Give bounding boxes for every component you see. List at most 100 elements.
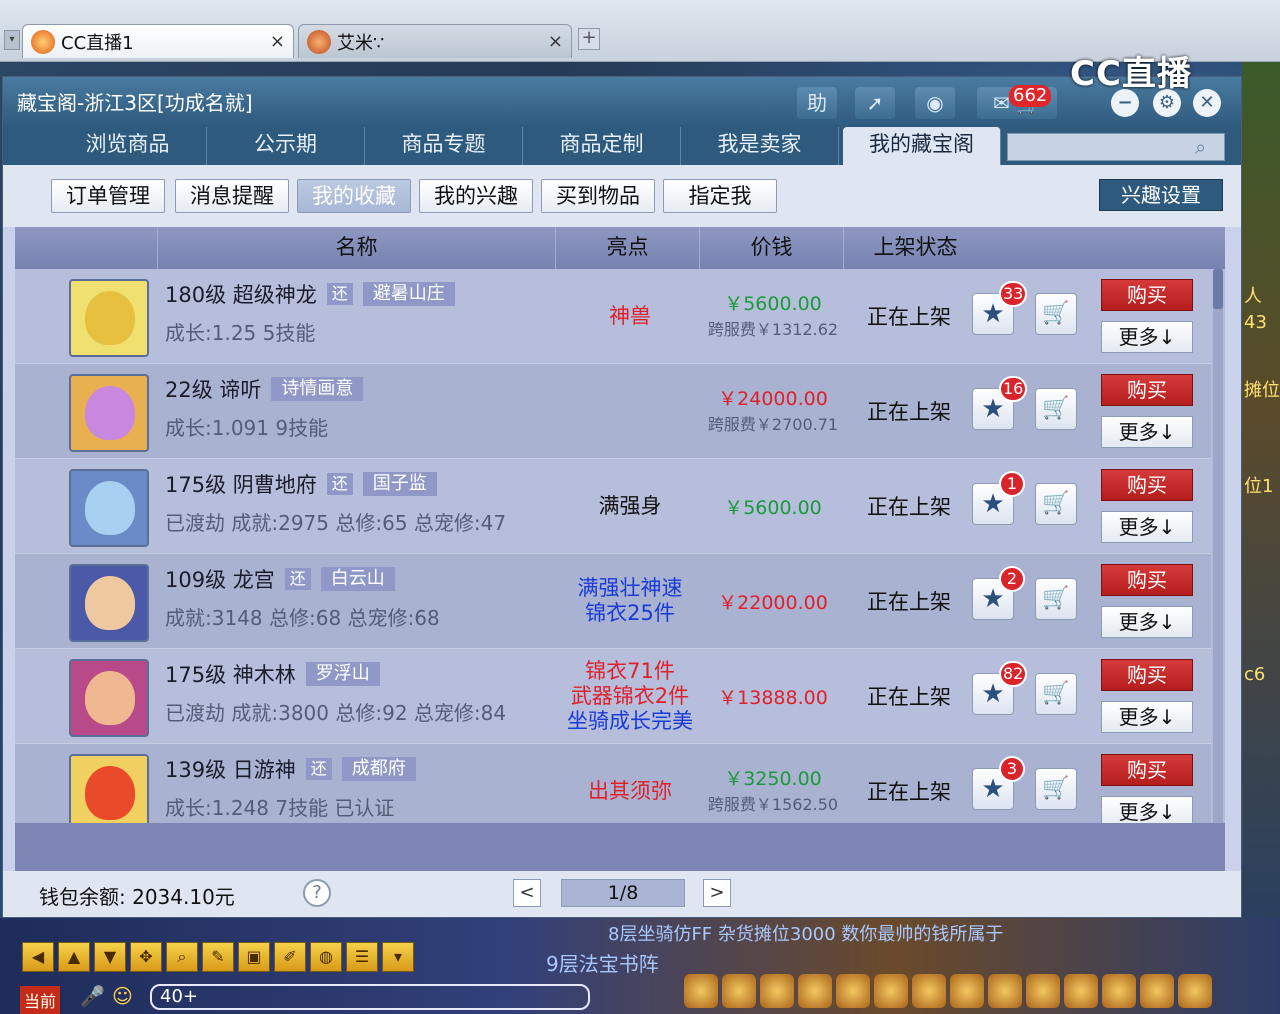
cart-icon[interactable]: 🛒 [1035, 483, 1077, 525]
search-icon[interactable]: ⌕ [1195, 135, 1206, 159]
tab-browse[interactable]: 浏览商品 [49, 127, 207, 165]
browser-tab-cc[interactable]: CC直播1 × [22, 24, 294, 58]
level-name: 175级 阴曹地府 [165, 473, 317, 497]
item-title[interactable]: 180级 超级神龙还避暑山庄 [165, 279, 455, 309]
hud-function-icons [684, 974, 1212, 1008]
tab-custom[interactable]: 商品定制 [523, 127, 681, 165]
price-cell: ￥5600.00 跨服费￥1312.62 [699, 289, 847, 340]
buy-button[interactable]: 购买 [1101, 564, 1193, 596]
more-button[interactable]: 更多↓ [1101, 321, 1193, 353]
my-favorites-button[interactable]: 我的收藏 [297, 179, 411, 213]
table-row[interactable]: 175级 神木林 罗浮山 已渡劫 成就:3800 总修:92 总宠修:84 锦衣71件… [15, 649, 1211, 744]
buy-button[interactable]: 购买 [1101, 374, 1193, 406]
pet-icon[interactable] [836, 974, 870, 1008]
help-icon[interactable]: ? [303, 879, 331, 907]
cart-icon[interactable]: 🛒 [1035, 673, 1077, 715]
left-arrow-icon[interactable]: ◀ [22, 942, 54, 972]
avatar[interactable] [69, 279, 149, 357]
tab-topics[interactable]: 商品专题 [365, 127, 523, 165]
tab-my-pavilion[interactable]: 我的藏宝阁 [843, 127, 1001, 165]
item-title[interactable]: 109级 龙宫还白云山 [165, 564, 395, 594]
list-icon[interactable]: ☰ [346, 942, 378, 972]
cart-icon[interactable]: 🛒 [1035, 578, 1077, 620]
gift-icon[interactable] [950, 974, 984, 1008]
cart-icon[interactable]: 🛒 [1035, 388, 1077, 430]
menu-icon[interactable] [1140, 974, 1174, 1008]
task-icon[interactable] [874, 974, 908, 1008]
dropdown-icon[interactable]: ▾ [382, 942, 414, 972]
table-row[interactable]: 22级 谛听 诗情画意 成长:1.091 9技能 ￥24000.00 跨服费￥2700.… [15, 364, 1211, 459]
record-icon[interactable]: ◉ [915, 87, 955, 119]
help-button[interactable]: 助 [797, 87, 837, 119]
down-arrow-icon[interactable]: ▼ [94, 942, 126, 972]
shop-icon[interactable] [988, 974, 1022, 1008]
guild-icon[interactable] [1064, 974, 1098, 1008]
scrollbar-thumb[interactable] [1213, 269, 1223, 309]
item-title[interactable]: 139级 日游神还成都府 [165, 754, 416, 784]
buy-button[interactable]: 购买 [1101, 754, 1193, 786]
table-row[interactable]: 180级 超级神龙还避暑山庄 成长:1.25 5技能 神兽 ￥5600.00 跨服费￥1… [15, 269, 1211, 364]
chat-channel-button[interactable]: 当前 [20, 986, 61, 1014]
tab-public[interactable]: 公示期 [207, 127, 365, 165]
emoji-icon[interactable]: ☺ [112, 984, 133, 1008]
note-icon[interactable]: ✎ [202, 942, 234, 972]
chat-input[interactable]: 40+ [150, 984, 590, 1010]
friend-icon[interactable] [912, 974, 946, 1008]
buy-button[interactable]: 购买 [1101, 469, 1193, 501]
designated-me-button[interactable]: 指定我 [663, 179, 777, 213]
microphone-icon[interactable]: 🎤 [80, 984, 105, 1008]
item-title[interactable]: 175级 神木林 罗浮山 [165, 659, 380, 689]
scrollbar[interactable] [1213, 269, 1223, 823]
cart-icon[interactable]: 🛒 [1035, 768, 1077, 810]
tab-seller[interactable]: 我是卖家 [681, 127, 839, 165]
search-input[interactable] [1007, 133, 1225, 161]
message-reminder-button[interactable]: 消息提醒 [175, 179, 289, 213]
new-tab-button[interactable]: + [578, 28, 600, 50]
avatar[interactable] [69, 754, 149, 823]
browser-tab-aimi[interactable]: 艾米∵ × [298, 24, 572, 58]
lock-icon[interactable]: ▣ [238, 942, 270, 972]
table-row[interactable]: 139级 日游神还成都府 成长:1.248 7技能 已认证 出其须弥 ￥3250.00… [15, 744, 1211, 823]
item-title[interactable]: 175级 阴曹地府还国子监 [165, 469, 437, 499]
interest-settings-button[interactable]: 兴趣设置 [1099, 179, 1223, 211]
character-portrait [85, 671, 135, 725]
close-icon[interactable]: × [270, 31, 285, 52]
more-button[interactable]: 更多↓ [1101, 796, 1193, 823]
system-icon[interactable] [1026, 974, 1060, 1008]
more-button[interactable]: 更多↓ [1101, 511, 1193, 543]
settings-icon[interactable] [1178, 974, 1212, 1008]
share-icon[interactable]: ➚ [855, 87, 895, 119]
move-icon[interactable]: ✥ [130, 942, 162, 972]
close-icon[interactable]: × [548, 31, 563, 52]
team-icon[interactable] [798, 974, 832, 1008]
search-icon[interactable]: ⌕ [166, 942, 198, 972]
more-button[interactable]: 更多↓ [1101, 416, 1193, 448]
weapon-icon[interactable] [684, 974, 718, 1008]
table-row[interactable]: 175级 阴曹地府还国子监 已渡劫 成就:2975 总修:65 总宠修:47 满强身… [15, 459, 1211, 554]
map-icon[interactable] [1102, 974, 1136, 1008]
cart-icon[interactable]: 🛒 [1035, 293, 1077, 335]
skill-icon[interactable] [760, 974, 794, 1008]
buy-button[interactable]: 购买 [1101, 659, 1193, 691]
avatar[interactable] [69, 374, 149, 452]
up-arrow-icon[interactable]: ▲ [58, 942, 90, 972]
avatar[interactable] [69, 564, 149, 642]
buy-button[interactable]: 购买 [1101, 279, 1193, 311]
prev-page-button[interactable]: < [513, 879, 541, 907]
order-management-button[interactable]: 订单管理 [51, 179, 165, 213]
my-interests-button[interactable]: 我的兴趣 [419, 179, 533, 213]
tab-list-dropdown[interactable]: ▾ [4, 30, 20, 50]
more-button[interactable]: 更多↓ [1101, 606, 1193, 638]
brush-icon[interactable]: ✐ [274, 942, 306, 972]
avatar[interactable] [69, 469, 149, 547]
more-button[interactable]: 更多↓ [1101, 701, 1193, 733]
avatar[interactable] [69, 659, 149, 737]
item-title[interactable]: 22级 谛听 诗情画意 [165, 374, 364, 404]
table-row[interactable]: 109级 龙宫还白云山 成就:3148 总修:68 总宠修:68 满强壮神速 锦衣25… [15, 554, 1211, 649]
chat-bubble-icon[interactable]: ◍ [310, 942, 342, 972]
main-nav: 浏览商品 公示期 商品专题 商品定制 我是卖家 我的藏宝阁 ⌕ [3, 127, 1241, 165]
next-page-button[interactable]: > [703, 879, 731, 907]
purchased-items-button[interactable]: 买到物品 [541, 179, 655, 213]
bag-icon[interactable] [722, 974, 756, 1008]
close-icon[interactable]: ✕ [1193, 89, 1221, 117]
